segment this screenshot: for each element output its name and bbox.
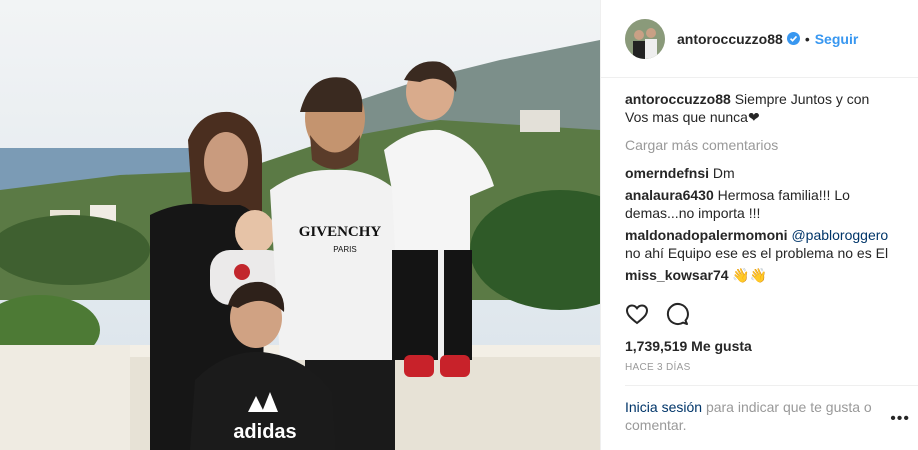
comment-text: no ahí Equipo ese es el problema no es E… xyxy=(625,245,889,261)
post-time: HACE 3 DÍAS xyxy=(625,362,691,373)
comment-item: maldonadopalermomoni @pabloroggero no ah… xyxy=(625,226,896,262)
load-more-comments-button[interactable]: Cargar más comentarios xyxy=(625,136,896,154)
caption: antoroccuzzo88 Siempre Juntos y con Vos … xyxy=(625,90,896,126)
comment-text: 👋👋 xyxy=(732,267,768,283)
comment-item: analaura6430 Hermosa familia!!! Lo demas… xyxy=(625,186,896,222)
likes-count[interactable]: 1,739,519 Me gusta xyxy=(625,338,752,354)
comment-user[interactable]: maldonadopalermomoni xyxy=(625,227,788,243)
comment-item: omerndefnsi Dm xyxy=(625,164,896,182)
heart-icon[interactable] xyxy=(625,302,649,326)
comment-user[interactable]: analaura6430 xyxy=(625,187,714,203)
instagram-post: GIVENCHY PARIS adidas antoroccuzzo88 • S… xyxy=(0,0,918,450)
separator-dot: • xyxy=(804,30,810,47)
comment-text: Dm xyxy=(712,165,735,181)
comment-item: miss_kowsar74 👋👋 xyxy=(625,266,896,284)
login-prompt: Inicia sesión para indicar que te gusta … xyxy=(625,398,895,434)
kid-shirt-text: adidas xyxy=(233,421,296,443)
comment-user[interactable]: miss_kowsar74 xyxy=(625,267,729,283)
follow-button[interactable]: Seguir xyxy=(815,31,859,47)
comment-icon[interactable] xyxy=(665,302,689,326)
avatar[interactable] xyxy=(625,18,665,59)
avatar-image xyxy=(625,18,665,59)
post-header: antoroccuzzo88 • Seguir xyxy=(601,0,918,78)
shirt-subtext: PARIS xyxy=(333,245,356,254)
post-photo[interactable]: GIVENCHY PARIS adidas xyxy=(0,0,600,450)
login-link[interactable]: Inicia sesión xyxy=(625,399,702,415)
more-options-icon[interactable]: ••• xyxy=(890,410,910,428)
shirt-text: GIVENCHY xyxy=(299,224,382,240)
post-sidebar: antoroccuzzo88 • Seguir antoroccuzzo88 S… xyxy=(600,0,918,450)
comments-list: antoroccuzzo88 Siempre Juntos y con Vos … xyxy=(601,78,918,284)
divider xyxy=(625,385,918,386)
family-photo: GIVENCHY PARIS adidas xyxy=(0,0,600,450)
comment-user[interactable]: omerndefnsi xyxy=(625,165,709,181)
post-username[interactable]: antoroccuzzo88 xyxy=(677,31,783,47)
verified-badge-icon xyxy=(786,32,800,45)
caption-user[interactable]: antoroccuzzo88 xyxy=(625,91,731,107)
comment-mention[interactable]: @pabloroggero xyxy=(791,227,888,243)
post-actions xyxy=(625,302,705,326)
